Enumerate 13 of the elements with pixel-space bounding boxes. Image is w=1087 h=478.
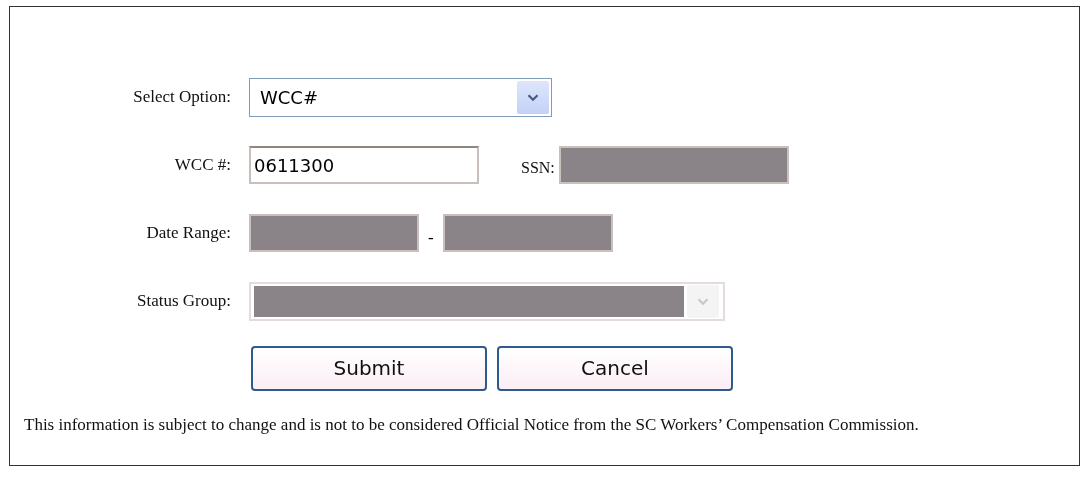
field-label: Status Group: xyxy=(137,290,231,312)
field-label: Date Range: xyxy=(146,222,231,244)
dropdown[interactable]: WCC# xyxy=(249,77,552,117)
field-label: WCC #: xyxy=(174,154,231,176)
field-label: SSN: xyxy=(521,159,555,177)
notice-text: This information is subject to change and is not to be considered Official Notice from the SC Workers’ Compensation Commission. xyxy=(24,414,920,436)
form-button[interactable]: Submit xyxy=(251,345,487,391)
caret-icon xyxy=(697,296,709,306)
form-button[interactable]: Cancel xyxy=(497,345,733,391)
input-field[interactable]: 0611300 xyxy=(249,146,479,184)
date-separator: - xyxy=(428,228,434,248)
caret-icon xyxy=(527,92,539,102)
field-label: Select Option: xyxy=(133,86,231,108)
